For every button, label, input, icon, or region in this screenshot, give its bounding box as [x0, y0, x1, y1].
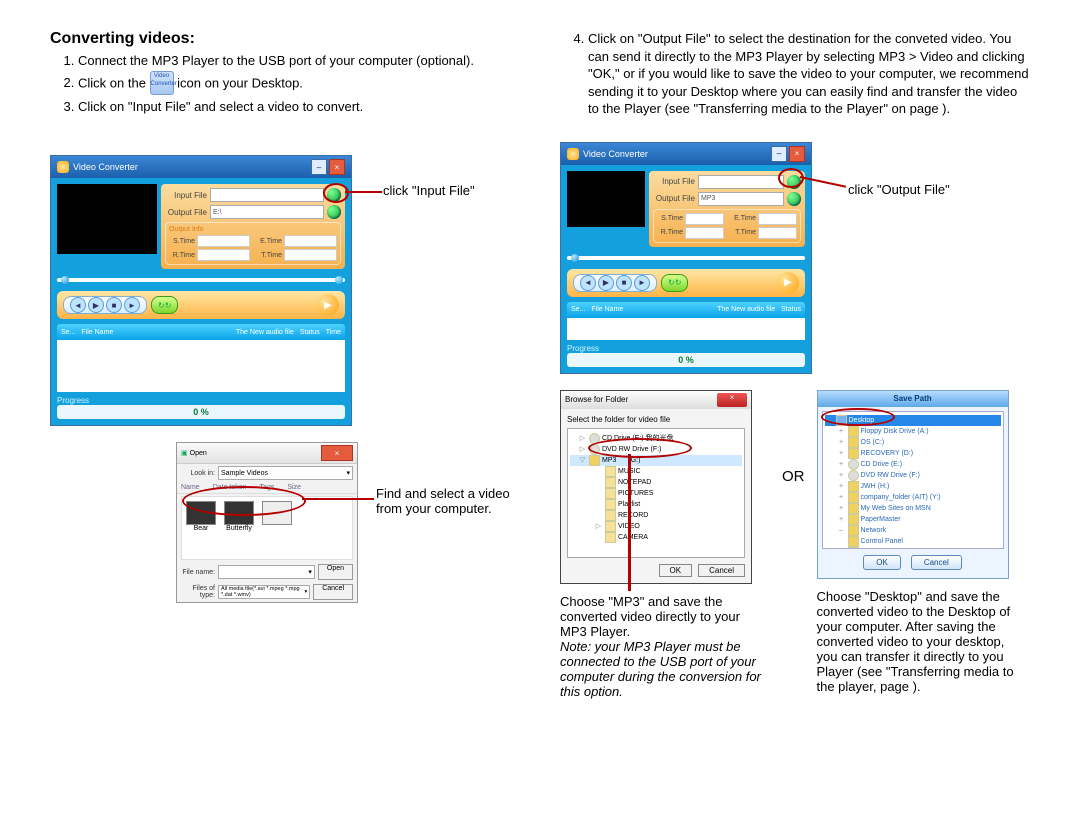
bff-cancel-button[interactable]: Cancel	[698, 564, 745, 577]
play-button[interactable]: ▶	[88, 297, 104, 313]
bff-title: Browse for Folder	[565, 395, 628, 404]
input-file-label: Input File	[165, 191, 207, 200]
next-button[interactable]: ►	[124, 297, 140, 313]
annotation-text-output: click "Output File"	[848, 182, 950, 197]
bff-ok-button[interactable]: OK	[659, 564, 693, 577]
converter-desktop-icon: VideoConverter	[150, 71, 174, 95]
progress-bar: 0 %	[57, 405, 345, 419]
playback-controls: ◄ ▶ ■ ►	[63, 296, 147, 314]
stime-field[interactable]	[197, 235, 250, 247]
minimize-button[interactable]: –	[771, 146, 787, 162]
minimize-button[interactable]: –	[311, 159, 327, 175]
seek-end-icon	[335, 276, 343, 284]
rtime-field[interactable]	[197, 249, 250, 261]
output-file-field[interactable]: E:\	[210, 205, 324, 219]
output-info-label: Output Info	[169, 226, 337, 233]
filetype-label: Files of type:	[181, 585, 215, 599]
window-title-2: Video Converter	[583, 149, 648, 159]
close-button[interactable]: ×	[329, 159, 345, 175]
rtime-label: R.Time	[169, 252, 195, 259]
output-file-label: Output File	[165, 208, 207, 217]
annotation-line-find	[302, 498, 374, 500]
filename-label: File name:	[181, 569, 215, 576]
browse-for-folder-dialog: Browse for Folder × Select the folder fo…	[560, 390, 752, 584]
app-icon	[567, 148, 579, 160]
prev-button[interactable]: ◄	[70, 297, 86, 313]
bff-prompt: Select the folder for video file	[567, 415, 745, 424]
ttime-field[interactable]	[284, 249, 337, 261]
lookin-label: Look in:	[181, 470, 215, 477]
close-button[interactable]: ×	[789, 146, 805, 162]
annotation-text-find: Find and select a video from your comput…	[376, 486, 526, 516]
step-2: Click on the VideoConverter icon on your…	[78, 72, 520, 96]
etime-label: E.Time	[256, 238, 282, 245]
output-file-field[interactable]: MP3	[698, 192, 784, 206]
open-title: Open	[190, 450, 207, 457]
sp-title: Save Path	[818, 391, 1008, 407]
window-title: Video Converter	[73, 162, 138, 172]
convert-icon[interactable]: ↻↻	[158, 301, 171, 310]
seek-slider[interactable]	[571, 254, 579, 262]
annotation-text-input: click "Input File"	[383, 183, 475, 198]
caption-mp3: Choose "MP3" and save the converted vide…	[560, 594, 770, 699]
steps-list-left: Connect the MP3 Player to the USB port o…	[50, 52, 520, 115]
progress-label: Progress	[57, 396, 345, 405]
steps-list-right: Click on "Output File" to select the des…	[560, 30, 1030, 118]
input-file-field[interactable]	[210, 188, 324, 202]
preview-pane	[567, 171, 645, 227]
convert-button-group: ↻↻	[151, 296, 178, 314]
annotation-circle-mp3	[588, 438, 692, 458]
stop-button[interactable]: ■	[106, 297, 122, 313]
app-icon	[57, 161, 69, 173]
bff-close-button[interactable]: ×	[717, 393, 747, 407]
caption-desktop: Choose "Desktop" and save the converted …	[817, 589, 1017, 694]
video-converter-window: Video Converter – × Input File	[50, 155, 352, 426]
annotation-line-mp3	[628, 454, 631, 591]
lookin-dropdown[interactable]: Sample Videos	[218, 466, 353, 480]
annotation-circle-find	[182, 486, 306, 516]
page-title: Converting videos:	[50, 30, 520, 48]
input-file-label: Input File	[653, 177, 695, 186]
filename-field[interactable]	[218, 565, 315, 579]
video-converter-window-2: Video Converter – × Input File	[560, 142, 812, 374]
step-1: Connect the MP3 Player to the USB port o…	[78, 52, 520, 70]
etime-field[interactable]	[284, 235, 337, 247]
open-cancel-button[interactable]: Cancel	[313, 584, 353, 600]
open-dialog: ▣ Open × Look in: Sample Videos Name Dat…	[176, 442, 358, 603]
filetype-dropdown[interactable]: All media file(*.avi *.mpeg *.mpg *.dat …	[218, 585, 310, 599]
stime-label: S.Time	[169, 238, 195, 245]
sp-ok-button[interactable]: OK	[863, 555, 901, 570]
sp-tree[interactable]: –Desktop +Floppy Disk Drive (A:) +OS (C:…	[822, 411, 1004, 549]
or-text: OR	[782, 468, 805, 485]
open-icon: ▣	[181, 449, 188, 457]
file-list[interactable]	[57, 340, 345, 392]
output-file-label: Output File	[653, 194, 695, 203]
annotation-circle-input	[323, 183, 349, 203]
annotation-circle-desktop	[821, 408, 895, 426]
input-file-field[interactable]	[698, 175, 784, 189]
list-header: Se... File Name The New audio file Statu…	[57, 324, 345, 340]
ttime-label: T.Time	[256, 252, 282, 259]
annotation-line-input	[345, 191, 382, 193]
open-close-button[interactable]: ×	[321, 445, 353, 461]
sp-cancel-button[interactable]: Cancel	[911, 555, 962, 570]
step-3: Click on "Input File" and select a video…	[78, 98, 520, 116]
big-play-button[interactable]: ▶	[317, 294, 339, 316]
open-ok-button[interactable]: Open	[318, 564, 353, 580]
output-file-browse-button[interactable]	[327, 205, 341, 219]
seek-slider[interactable]	[61, 276, 69, 284]
preview-pane	[57, 184, 157, 254]
step-4: Click on "Output File" to select the des…	[588, 30, 1030, 118]
output-file-browse-button[interactable]	[787, 192, 801, 206]
